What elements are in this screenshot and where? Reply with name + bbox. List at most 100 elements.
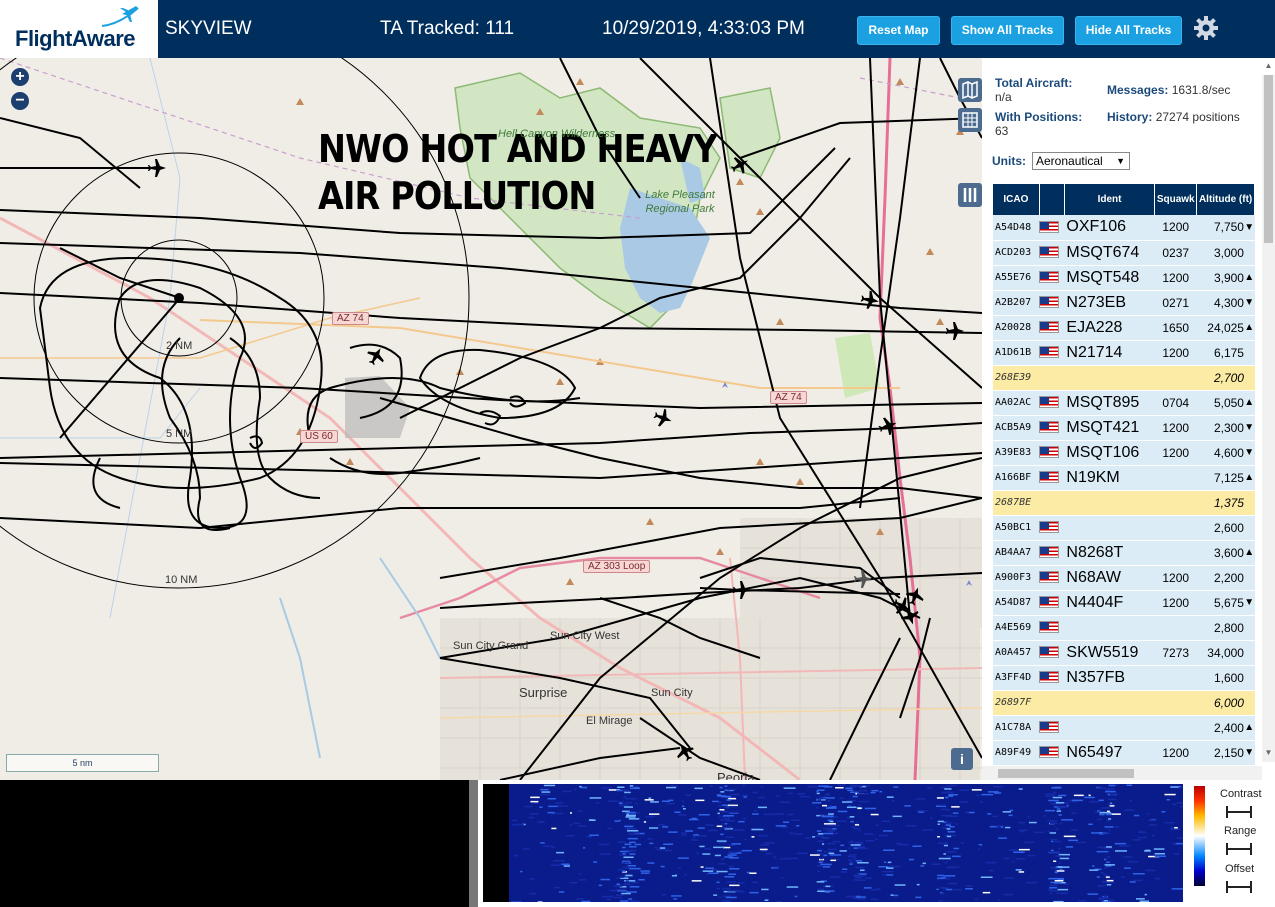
- place-sun-city-west: Sun City West: [550, 630, 620, 642]
- table-row[interactable]: A50BC1 2,600: [993, 515, 1255, 541]
- pane-divider[interactable]: [469, 780, 478, 907]
- table-row[interactable]: ACB5A9 MSQT421 1200 2,300 ▼: [993, 415, 1255, 441]
- altitude-trend-cell: [1243, 490, 1255, 516]
- flag-cell: [1039, 465, 1065, 491]
- table-row[interactable]: AB4AA7 N8268T 3,600 ▲: [993, 540, 1255, 566]
- scrollbar-thumb[interactable]: [998, 769, 1134, 778]
- squawk-cell: [1154, 515, 1197, 541]
- squawk-cell: 1200: [1154, 440, 1197, 466]
- zoom-out-button[interactable]: −: [11, 92, 29, 110]
- aircraft-table: ICAO Ident Squawk Altitude (ft) A54D48 OX…: [993, 184, 1255, 780]
- scale-bar: 5 nm: [6, 754, 159, 772]
- ident-cell: [1064, 515, 1155, 541]
- zoom-in-button[interactable]: +: [11, 68, 29, 86]
- table-row[interactable]: A1D61B N21714 1200 6,175: [993, 340, 1255, 366]
- column-header-icao[interactable]: ICAO: [993, 184, 1040, 215]
- altitude-cell: 24,025: [1196, 315, 1244, 341]
- table-row[interactable]: 2687BE 1,375: [993, 490, 1255, 516]
- table-row[interactable]: A89F49 N65497 1200 2,150 ▼: [993, 740, 1255, 766]
- table-row[interactable]: A166BF N19KM 7,125 ▲: [993, 465, 1255, 491]
- table-row[interactable]: A54D87 N4404F 1200 5,675 ▼: [993, 590, 1255, 616]
- altitude-cell: 3,900: [1196, 265, 1244, 291]
- flag-cell: [1039, 490, 1065, 516]
- icao-cell: A0A457: [993, 640, 1040, 666]
- flag-cell: [1039, 740, 1065, 766]
- map-layers-icon[interactable]: [958, 78, 982, 102]
- scroll-down-icon[interactable]: ▼: [1262, 748, 1275, 762]
- column-header-ident[interactable]: Ident: [1064, 184, 1156, 215]
- altitude-trend-cell: [1243, 665, 1255, 691]
- squawk-cell: [1154, 540, 1197, 566]
- scroll-up-icon[interactable]: ▲: [1262, 61, 1275, 75]
- ident-cell: [1064, 365, 1155, 391]
- gear-icon[interactable]: [1193, 15, 1219, 41]
- shield-az74-east: AZ 74: [770, 391, 807, 404]
- skyview-app: FlightAware SKYVIEW TA Tracked: 111 10/2…: [0, 0, 1275, 907]
- us-flag-icon: [1039, 646, 1060, 659]
- info-button[interactable]: i: [951, 748, 973, 770]
- header-bar: FlightAware SKYVIEW TA Tracked: 111 10/2…: [0, 0, 1275, 58]
- units-select[interactable]: Aeronautical ▼: [1032, 152, 1130, 170]
- table-row[interactable]: A4E569 2,800: [993, 615, 1255, 641]
- flag-cell: [1039, 340, 1065, 366]
- show-all-tracks-button[interactable]: Show All Tracks: [951, 16, 1064, 45]
- columns-icon[interactable]: [958, 183, 982, 207]
- table-row[interactable]: A20028 EJA228 1650 24,025 ▲: [993, 315, 1255, 341]
- us-flag-icon: [1039, 671, 1060, 684]
- reset-map-button[interactable]: Reset Map: [857, 16, 940, 45]
- icao-cell: A54D87: [993, 590, 1040, 616]
- us-flag-icon: [1039, 321, 1060, 334]
- scrollbar-thumb[interactable]: [1264, 75, 1273, 243]
- altitude-cell: 1,375: [1196, 490, 1244, 516]
- altitude-trend-cell: ▲: [1243, 540, 1255, 566]
- ident-cell: SKW5519: [1064, 640, 1155, 666]
- table-row[interactable]: ACD203 MSQT674 0237 3,000: [993, 240, 1255, 266]
- table-row[interactable]: A1C78A 2,400 ▲: [993, 715, 1255, 741]
- icao-cell: AA02AC: [993, 390, 1040, 416]
- altitude-trend-cell: [1243, 515, 1255, 541]
- icao-cell: A4E569: [993, 615, 1040, 641]
- column-header-squawk[interactable]: Squawk: [1154, 184, 1198, 215]
- grid-icon[interactable]: [958, 108, 982, 132]
- table-row[interactable]: A900F3 N68AW 1200 2,200: [993, 565, 1255, 591]
- map-view[interactable]: NWO HOT AND HEAVY AIR POLLUTION 2 NM 5 N…: [0, 58, 982, 780]
- history-value: 27274 positions: [1155, 110, 1240, 124]
- altitude-trend-cell: ▲: [1243, 465, 1255, 491]
- squawk-cell: [1154, 665, 1197, 691]
- squawk-cell: 0704: [1154, 390, 1197, 416]
- table-row[interactable]: 26897F 6,000: [993, 690, 1255, 716]
- column-header-altitude[interactable]: Altitude (ft): [1196, 184, 1255, 215]
- altitude-cell: 6,000: [1196, 690, 1244, 716]
- offset-slider-icon[interactable]: [1226, 881, 1252, 893]
- messages-stat: Messages: 1631.8/sec: [1107, 83, 1230, 97]
- with-positions-stat: With Positions: 63: [995, 110, 1082, 138]
- altitude-trend-cell: [1243, 565, 1255, 591]
- flag-cell: [1039, 290, 1065, 316]
- table-row[interactable]: A55E76 MSQT548 1200 3,900 ▲: [993, 265, 1255, 291]
- us-flag-icon: [1039, 721, 1060, 734]
- squawk-cell: [1154, 690, 1197, 716]
- units-value: Aeronautical: [1036, 154, 1103, 168]
- table-row[interactable]: A3FF4D N357FB 1,600: [993, 665, 1255, 691]
- table-row[interactable]: A39E83 MSQT106 1200 4,600 ▼: [993, 440, 1255, 466]
- table-row[interactable]: A54D48 OXF106 1200 7,750 ▼: [993, 215, 1255, 241]
- flag-cell: [1039, 540, 1065, 566]
- aircraft-table-body: A54D48 OXF106 1200 7,750 ▼ ACD203 MSQT674 0237 3…: [993, 215, 1255, 780]
- table-row[interactable]: 268E39 2,700: [993, 365, 1255, 391]
- column-header-flag[interactable]: [1039, 184, 1065, 215]
- place-lake-pleasant: Lake Pleasant Regional Park: [645, 189, 715, 215]
- us-flag-icon: [1039, 421, 1060, 434]
- panel-vertical-scrollbar[interactable]: ▲ ▼: [1262, 61, 1275, 762]
- flightaware-logo[interactable]: FlightAware: [0, 0, 158, 58]
- panel-horizontal-scrollbar[interactable]: [982, 766, 1262, 780]
- squawk-cell: 1200: [1154, 740, 1197, 766]
- table-row[interactable]: A2B207 N273EB 0271 4,300 ▼: [993, 290, 1255, 316]
- contrast-slider-icon[interactable]: [1226, 806, 1252, 818]
- flag-cell: [1039, 440, 1065, 466]
- table-row[interactable]: A0A457 SKW5519 7273 34,000: [993, 640, 1255, 666]
- range-slider-icon[interactable]: [1226, 843, 1252, 855]
- table-row[interactable]: AA02AC MSQT895 0704 5,050 ▲: [993, 390, 1255, 416]
- hide-all-tracks-button[interactable]: Hide All Tracks: [1075, 16, 1182, 45]
- us-flag-icon: [1039, 346, 1060, 359]
- history-stat: History: 27274 positions: [1107, 110, 1257, 124]
